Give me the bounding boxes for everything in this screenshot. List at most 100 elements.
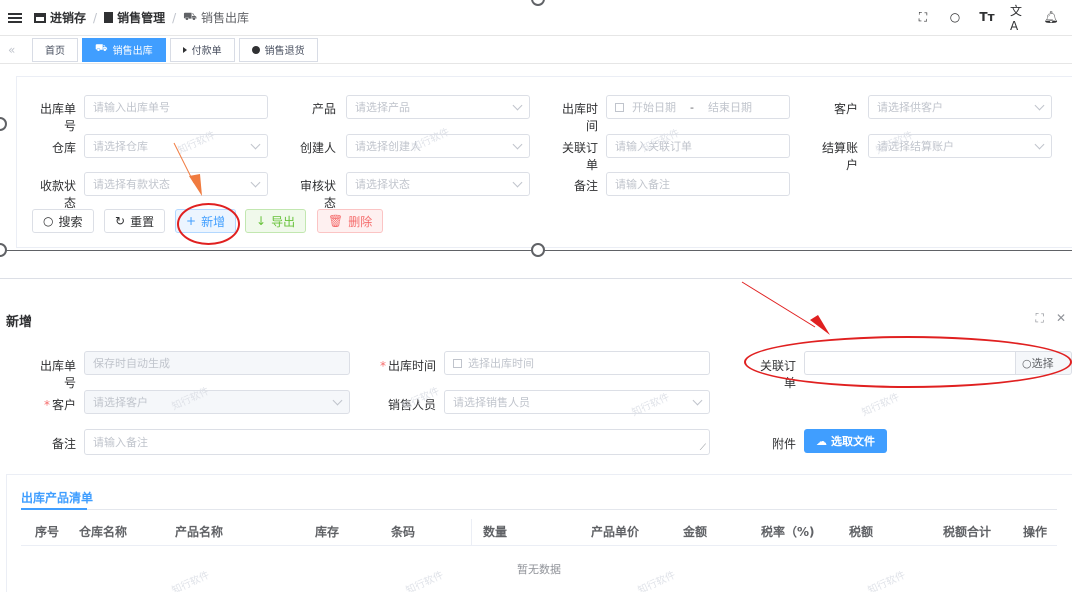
search-icon[interactable]: ○ <box>946 8 964 26</box>
dialog-title: 新增 <box>6 315 33 330</box>
col-tax-total: 税额合计 <box>943 525 992 539</box>
dlg-outbound-time-picker[interactable]: 选择出库时间 <box>444 351 710 375</box>
col-quantity: 数量 <box>483 525 508 539</box>
close-icon[interactable]: ✕ <box>1056 311 1066 326</box>
delete-button[interactable]: 🗑︎ 删除 <box>317 209 384 233</box>
tab-sales-outbound[interactable]: ⛟ 销售出库 <box>82 37 166 62</box>
tab-home[interactable]: 首页 <box>32 37 78 62</box>
receipt-status-select[interactable]: 请选择有款状态 <box>84 172 268 196</box>
truck-icon: ⛟ <box>183 10 197 23</box>
linked-order-input[interactable]: 请输入关联订单 <box>606 134 790 158</box>
breadcrumb-item-outbound: ⛟ 销售出库 <box>183 10 249 25</box>
product-label: 产品 <box>311 102 336 116</box>
breadcrumb-item-sales[interactable]: 销售管理 <box>104 9 165 26</box>
red-arrow-line <box>741 281 816 328</box>
translate-icon[interactable]: 文A <box>1010 4 1028 33</box>
product-select[interactable]: 请选择产品 <box>346 95 530 119</box>
chevron-down-icon <box>512 139 523 150</box>
red-arrow-head <box>810 315 830 335</box>
settle-account-select[interactable]: 请选择结算账户 <box>868 134 1052 158</box>
col-tax-rate: 税率（%) <box>761 525 815 539</box>
col-product: 产品名称 <box>175 525 224 539</box>
receipt-status-label: 收款状态 <box>39 179 76 210</box>
maximize-icon[interactable]: ⛶ <box>1036 311 1044 326</box>
chevron-down-icon <box>250 177 261 188</box>
select-file-button[interactable]: ☁ 选取文件 <box>804 429 887 453</box>
resize-handle <box>531 243 545 257</box>
col-amount: 金额 <box>683 525 708 539</box>
font-size-icon[interactable]: Tт <box>978 8 996 26</box>
minus-circle-icon <box>251 45 260 54</box>
creator-label: 创建人 <box>299 141 336 155</box>
collapse-tabs-icon[interactable]: « <box>8 43 22 57</box>
tab-sales-return[interactable]: 销售退货 <box>238 37 318 62</box>
tab-payment[interactable]: 付款单 <box>169 37 235 62</box>
warehouse-label: 仓库 <box>51 141 76 155</box>
breadcrumb: 进销存 / 销售管理 / ⛟ 销售出库 <box>34 9 249 26</box>
trash-icon: 🗑︎ <box>328 214 344 228</box>
chevron-down-icon <box>512 100 523 111</box>
chevron-down-icon <box>1034 100 1045 111</box>
chevron-down-icon <box>250 139 261 150</box>
settle-account-label: 结算账户 <box>821 141 858 172</box>
dlg-outbound-no-input: 保存时自动生成 <box>84 351 350 375</box>
resize-handle <box>0 243 7 257</box>
annotation-ellipse-add <box>177 203 240 245</box>
customer-label: 客户 <box>833 102 858 116</box>
dlg-remark-textarea[interactable]: 请输入备注 ⟋ <box>84 429 710 455</box>
col-tax: 税额 <box>849 525 874 539</box>
annotation-ellipse-linked-order <box>744 336 1072 388</box>
dlg-customer-select[interactable]: 请选择客户 <box>84 390 350 414</box>
col-actions: 操作 <box>1023 525 1048 539</box>
dlg-outbound-time-label: * 出库时间 <box>379 359 436 373</box>
search-button[interactable]: ○ 搜索 <box>32 209 94 233</box>
search-icon: ○ <box>43 214 54 228</box>
audit-status-label: 审核状态 <box>299 179 336 210</box>
warehouse-select[interactable]: 请选择仓库 <box>84 134 268 158</box>
inventory-icon <box>34 12 46 23</box>
fullscreen-icon[interactable]: ⛶ <box>914 8 932 26</box>
reset-button[interactable]: ↻ 重置 <box>104 209 166 233</box>
menu-toggle-icon[interactable] <box>8 11 22 25</box>
dlg-remark-label: 备注 <box>51 437 76 451</box>
bell-icon[interactable]: 🔔︎ <box>1042 8 1060 26</box>
caret-right-icon <box>182 46 187 53</box>
watermark: 知行软件 <box>860 391 902 419</box>
chevron-down-icon <box>1034 139 1045 150</box>
empty-text: 暂无数据 <box>517 563 561 576</box>
col-index: 序号 <box>35 525 60 539</box>
audit-status-select[interactable]: 请选择状态 <box>346 172 530 196</box>
outbound-no-label: 出库单号 <box>39 102 76 133</box>
col-unit-price: 产品单价 <box>591 525 640 539</box>
chevron-down-icon <box>332 395 343 406</box>
dlg-salesperson-label: 销售人员 <box>387 398 436 412</box>
calendar-icon <box>615 102 624 112</box>
chevron-down-icon <box>692 395 703 406</box>
refresh-icon: ↻ <box>115 214 126 228</box>
breadcrumb-item-inventory[interactable]: 进销存 <box>34 9 86 26</box>
outbound-no-input[interactable]: 请输入出库单号 <box>84 95 268 119</box>
outbound-date-range[interactable]: 开始日期 - 结束日期 <box>606 95 790 119</box>
resize-grip-icon: ⟋ <box>699 443 706 453</box>
document-icon <box>104 12 114 23</box>
remark-label: 备注 <box>573 179 598 193</box>
dlg-customer-label: * 客户 <box>43 398 76 412</box>
dlg-attachment-label: 附件 <box>771 437 796 451</box>
col-stock: 库存 <box>315 525 340 539</box>
creator-select[interactable]: 请选择创建人 <box>346 134 530 158</box>
truck-icon: ⛟ <box>95 43 108 54</box>
chevron-down-icon <box>512 177 523 188</box>
dialog-top-border <box>0 278 1072 279</box>
linked-order-label: 关联订单 <box>561 141 598 172</box>
tab-product-list[interactable]: 出库产品清单 <box>21 489 93 506</box>
outbound-time-label: 出库时间 <box>561 102 598 133</box>
download-icon: ↓ <box>256 214 267 228</box>
remark-input[interactable]: 请输入备注 <box>606 172 790 196</box>
dlg-salesperson-select[interactable]: 请选择销售人员 <box>444 390 710 414</box>
tags-view: « 首页 ⛟ 销售出库 付款单 销售退货 <box>0 36 1072 64</box>
resize-handle <box>0 117 7 131</box>
customer-select[interactable]: 请选择供客户 <box>868 95 1052 119</box>
col-warehouse: 仓库名称 <box>79 525 128 539</box>
col-barcode: 条码 <box>391 525 416 539</box>
export-button[interactable]: ↓ 导出 <box>245 209 307 233</box>
